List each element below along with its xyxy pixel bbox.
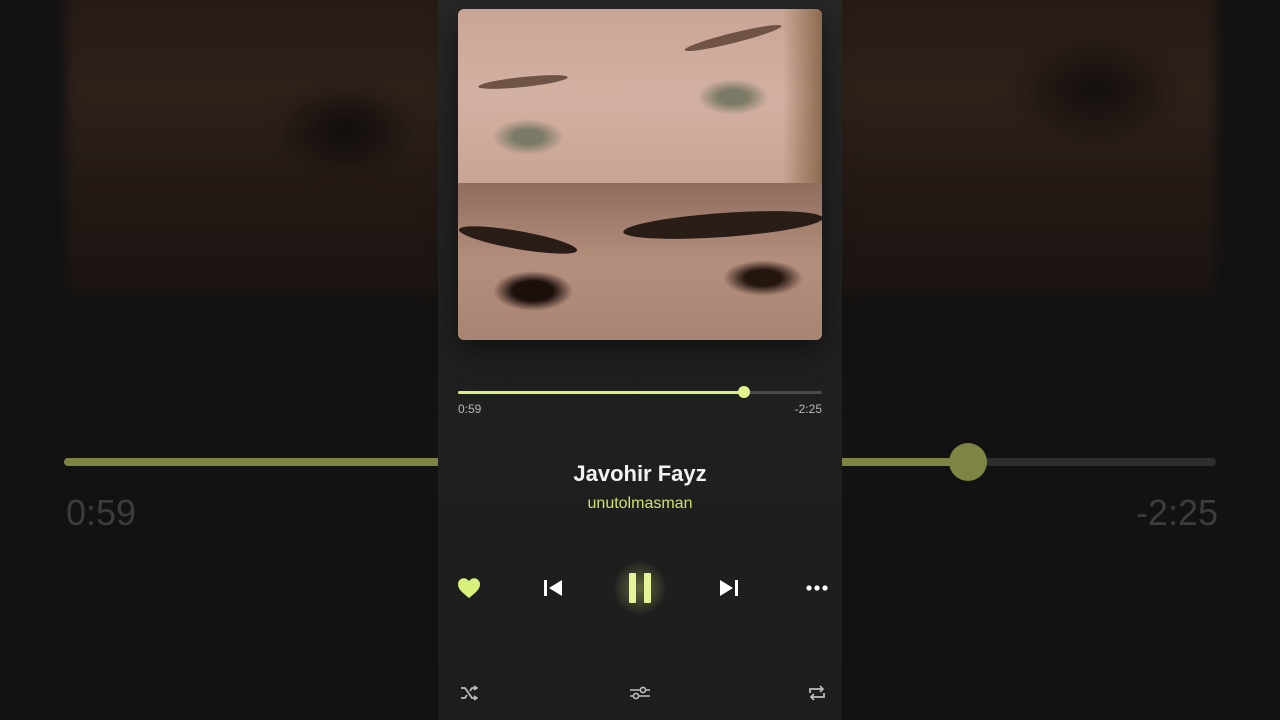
elapsed-time: 0:59 <box>458 402 482 416</box>
album-cover-top-half <box>458 9 822 183</box>
equalizer-icon <box>630 686 650 700</box>
seek-bar[interactable] <box>458 386 822 398</box>
repeat-button[interactable] <box>806 683 828 703</box>
player-panel: 0:59 -2:25 Javohir Fayz unutolmasman <box>438 0 842 720</box>
equalizer-button[interactable] <box>629 683 651 703</box>
pause-icon <box>629 573 651 603</box>
music-player-screen: 0:59 -2:25 0:59 -2:25 Javohir Fayz unuto… <box>0 0 1280 720</box>
repeat-icon <box>809 685 825 701</box>
track-subtitle[interactable]: unutolmasman <box>438 495 842 513</box>
skip-next-icon <box>720 580 738 596</box>
background-remaining-time: -2:25 <box>1135 492 1218 533</box>
shuffle-icon <box>461 685 478 701</box>
cover-detail <box>782 9 822 183</box>
cover-detail <box>622 206 822 244</box>
like-button[interactable] <box>456 575 482 601</box>
album-cover-bottom-half <box>458 183 822 340</box>
next-button[interactable] <box>716 575 742 601</box>
cover-detail <box>477 72 569 92</box>
more-horizontal-icon <box>806 585 828 591</box>
seek-bar-fill <box>458 391 744 394</box>
skip-previous-icon <box>544 580 562 596</box>
remaining-time: -2:25 <box>794 402 822 416</box>
shuffle-button[interactable] <box>458 683 480 703</box>
previous-button[interactable] <box>540 575 566 601</box>
heart-icon <box>458 578 480 598</box>
album-cover <box>458 9 822 340</box>
cover-detail <box>683 21 783 55</box>
seek-bar-thumb[interactable] <box>737 386 750 398</box>
more-options-button[interactable] <box>804 578 830 598</box>
cover-detail <box>458 220 579 260</box>
track-title: Javohir Fayz <box>573 461 707 486</box>
pause-button[interactable] <box>614 562 666 614</box>
background-elapsed-time: 0:59 <box>66 492 137 533</box>
